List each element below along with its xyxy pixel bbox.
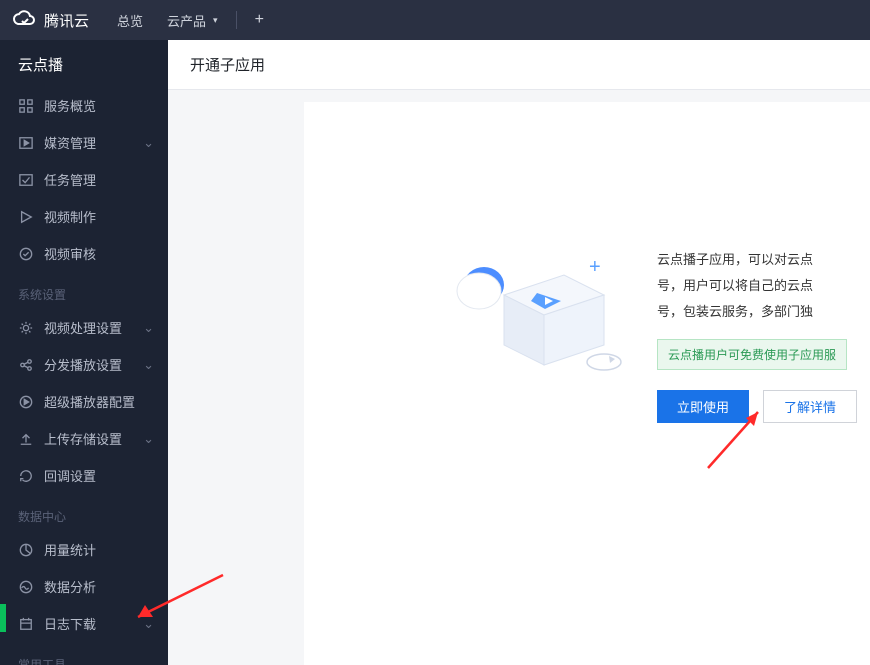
sidebar-section-label: 常用工具 xyxy=(0,642,168,665)
button-row: 立即使用 了解详情 xyxy=(657,390,870,423)
main-area: 开通子应用 + 云点播子应用，可以对云点 号，用户可以将自己的 xyxy=(168,40,870,665)
sidebar-item-label: 服务概览 xyxy=(44,96,96,115)
nav-products[interactable]: 云产品▾ xyxy=(155,11,230,30)
chevron-down-icon: ⌄ xyxy=(143,135,154,151)
chevron-down-icon: ⌄ xyxy=(143,320,154,336)
sidebar-item-视频审核[interactable]: 视频审核 xyxy=(0,235,168,272)
sidebar-section-label: 系统设置 xyxy=(0,272,168,309)
sidebar-item-label: 媒资管理 xyxy=(44,133,96,152)
sidebar-item-label: 任务管理 xyxy=(44,170,96,189)
sidebar-item-label: 数据分析 xyxy=(44,577,96,596)
sidebar-item-媒资管理[interactable]: 媒资管理 ⌄ xyxy=(0,124,168,161)
calendar-icon xyxy=(18,616,34,632)
shield-icon xyxy=(18,246,34,262)
sidebar: 云点播 服务概览媒资管理⌄任务管理视频制作视频审核系统设置视频处理设置⌄分发播放… xyxy=(0,40,168,665)
sidebar-item-上传存储设置[interactable]: 上传存储设置 ⌄ xyxy=(0,420,168,457)
chevron-down-icon: ⌄ xyxy=(143,616,154,632)
learn-more-button[interactable]: 了解详情 xyxy=(763,390,857,423)
sidebar-item-label: 日志下载 xyxy=(44,614,96,633)
brand-text: 腾讯云 xyxy=(44,10,89,31)
share-icon xyxy=(18,357,34,373)
sidebar-title: 云点播 xyxy=(0,40,168,87)
sidebar-item-视频制作[interactable]: 视频制作 xyxy=(0,198,168,235)
svg-text:+: + xyxy=(589,256,601,278)
upload-icon xyxy=(18,431,34,447)
use-now-button[interactable]: 立即使用 xyxy=(657,390,749,423)
sidebar-item-任务管理[interactable]: 任务管理 xyxy=(0,161,168,198)
brand-logo[interactable]: 腾讯云 xyxy=(12,8,89,32)
sidebar-item-label: 视频制作 xyxy=(44,207,96,226)
check-box-icon xyxy=(18,172,34,188)
wave-icon xyxy=(18,579,34,595)
page-title: 开通子应用 xyxy=(168,40,870,90)
sidebar-item-分发播放设置[interactable]: 分发播放设置 ⌄ xyxy=(0,346,168,383)
sidebar-section-label: 数据中心 xyxy=(0,494,168,531)
content-card: + 云点播子应用，可以对云点 号，用户可以将自己的云点 号，包装云服务，多部门独… xyxy=(304,102,870,665)
gear-icon xyxy=(18,320,34,336)
header-divider xyxy=(236,11,237,29)
sidebar-item-视频处理设置[interactable]: 视频处理设置 ⌄ xyxy=(0,309,168,346)
desc-line-1: 云点播子应用，可以对云点 xyxy=(657,247,870,273)
sidebar-item-超级播放器配置[interactable]: 超级播放器配置 xyxy=(0,383,168,420)
sidebar-item-label: 分发播放设置 xyxy=(44,355,122,374)
desc-line-3: 号，包装云服务，多部门独 xyxy=(657,299,870,325)
promo-illustration: + xyxy=(449,247,629,387)
sidebar-item-label: 用量统计 xyxy=(44,540,96,559)
sidebar-item-服务概览[interactable]: 服务概览 xyxy=(0,87,168,124)
top-header: 腾讯云 总览 云产品▾ + xyxy=(0,0,870,40)
sidebar-item-label: 回调设置 xyxy=(44,466,96,485)
pie-icon xyxy=(18,542,34,558)
sidebar-item-label: 视频处理设置 xyxy=(44,318,122,337)
play-box-icon xyxy=(18,135,34,151)
promo-section: + 云点播子应用，可以对云点 号，用户可以将自己的云点 号，包装云服务，多部门独… xyxy=(304,247,870,423)
sidebar-item-用量统计[interactable]: 用量统计 xyxy=(0,531,168,568)
sidebar-item-label: 视频审核 xyxy=(44,244,96,263)
sidebar-item-回调设置[interactable]: 回调设置 xyxy=(0,457,168,494)
chevron-down-icon: ⌄ xyxy=(143,431,154,447)
chevron-down-icon: ▾ xyxy=(213,15,218,26)
sidebar-item-日志下载[interactable]: 日志下载 ⌄ xyxy=(0,605,168,642)
callback-icon xyxy=(18,468,34,484)
sidebar-item-数据分析[interactable]: 数据分析 xyxy=(0,568,168,605)
sidebar-item-label: 上传存储设置 xyxy=(44,429,122,448)
notice-banner: 云点播用户可免费使用子应用服 xyxy=(657,339,847,370)
nav-overview[interactable]: 总览 xyxy=(105,11,155,30)
player-icon xyxy=(18,394,34,410)
chevron-down-icon: ⌄ xyxy=(143,357,154,373)
play-triangle-icon xyxy=(18,209,34,225)
cloud-logo-icon xyxy=(12,8,36,32)
promo-text: 云点播子应用，可以对云点 号，用户可以将自己的云点 号，包装云服务，多部门独 云… xyxy=(657,247,870,423)
side-green-tab[interactable] xyxy=(0,604,6,632)
desc-line-2: 号，用户可以将自己的云点 xyxy=(657,273,870,299)
sidebar-item-label: 超级播放器配置 xyxy=(44,392,135,411)
add-tab-button[interactable]: + xyxy=(243,11,276,29)
grid-icon xyxy=(18,98,34,114)
